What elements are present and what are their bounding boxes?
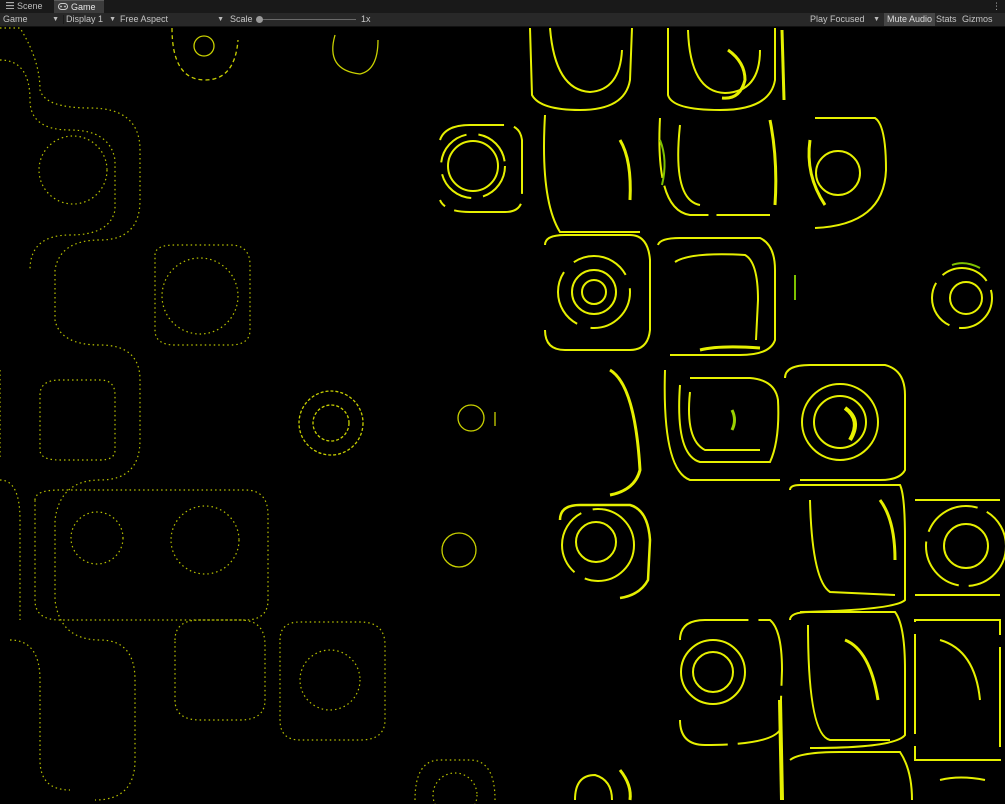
view-mode-label: Game (3, 14, 28, 24)
game-view-toolbar: Game ▼ Display 1 ▼ Free Aspect ▼ Scale 1… (0, 13, 1005, 27)
tab-game[interactable]: Game (54, 0, 104, 14)
tab-scene-label: Scene (17, 1, 43, 11)
chevron-down-icon: ▼ (217, 16, 224, 23)
stats-button[interactable]: Stats (933, 13, 960, 26)
chevron-down-icon: ▼ (52, 16, 59, 23)
play-mode-dropdown[interactable]: Play Focused ▼ (810, 13, 882, 26)
menu-lines-icon (6, 0, 14, 13)
tab-game-label: Game (71, 2, 96, 12)
green-accents (659, 139, 981, 300)
gizmos-button[interactable]: Gizmos (959, 13, 1005, 26)
more-options-icon[interactable]: ⋮ (992, 0, 1001, 13)
aspect-label: Free Aspect (120, 14, 169, 24)
center-rings (171, 27, 496, 568)
dotted-blob-cluster (0, 27, 496, 804)
window-tab-bar: Scene Game ⋮ (0, 0, 1005, 14)
game-viewport[interactable] (0, 27, 1005, 804)
scale-label: Scale (230, 14, 253, 24)
view-mode-dropdown[interactable]: Game ▼ (3, 13, 61, 26)
chevron-down-icon: ▼ (109, 16, 116, 23)
scale-value: 1x (361, 14, 371, 24)
chevron-down-icon: ▼ (873, 16, 880, 23)
display-dropdown[interactable]: Display 1 ▼ (66, 13, 118, 26)
pattern-render (0, 27, 1005, 804)
tab-scene[interactable]: Scene (2, 0, 58, 13)
scale-slider-handle[interactable] (256, 16, 263, 23)
scale-slider-track[interactable] (258, 19, 356, 20)
play-mode-label: Play Focused (810, 14, 865, 24)
toolbar-divider (63, 15, 64, 24)
mute-audio-button[interactable]: Mute Audio (884, 13, 935, 26)
aspect-dropdown[interactable]: Free Aspect ▼ (120, 13, 226, 26)
display-label: Display 1 (66, 14, 104, 24)
bright-ring-cluster (439, 27, 1005, 801)
